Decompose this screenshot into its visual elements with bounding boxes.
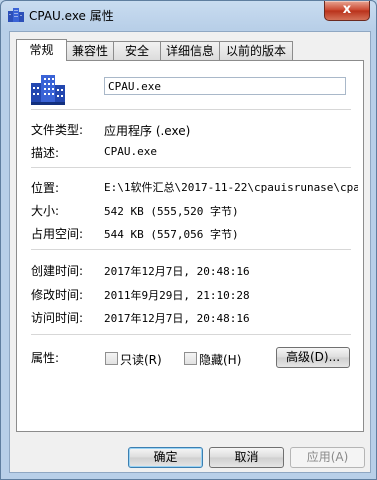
attributes-label: 属性: <box>31 351 60 365</box>
file-type-label: 文件类型: <box>31 123 84 137</box>
size-value: 542 KB (555,520 字节) <box>104 205 239 218</box>
tab-compatibility[interactable]: 兼容性 <box>66 41 114 60</box>
tab-strip: 常规 兼容性 安全 详细信息 以前的版本 <box>10 39 370 61</box>
size-on-disk-value: 544 KB (557,056 字节) <box>104 228 239 241</box>
size-label: 大小: <box>31 204 60 218</box>
created-label: 创建时间: <box>31 264 84 278</box>
apply-button[interactable]: 应用(A) <box>290 447 365 468</box>
modified-value: 2011年9月29日, 21:10:28 <box>104 289 250 302</box>
close-button[interactable]: x <box>324 1 370 21</box>
separator <box>31 167 351 168</box>
readonly-checkbox-label[interactable]: 只读(R) <box>120 351 162 368</box>
tab-security[interactable]: 安全 <box>113 41 161 60</box>
title-bar[interactable]: CPAU.exe 属性 x <box>1 1 376 29</box>
accessed-label: 访问时间: <box>31 311 84 325</box>
accessed-value: 2017年12月7日, 20:48:16 <box>104 312 250 325</box>
description-label: 描述: <box>31 146 60 160</box>
close-icon: x <box>342 2 352 17</box>
hidden-checkbox[interactable] <box>184 352 197 365</box>
location-label: 位置: <box>31 181 60 195</box>
advanced-button[interactable]: 高级(D)... <box>276 347 350 368</box>
tab-general[interactable]: 常规 <box>16 39 67 61</box>
size-on-disk-label: 占用空间: <box>31 227 84 241</box>
properties-window: CPAU.exe 属性 x 常规 兼容性 安全 详细信息 以前的版本 CPAU.… <box>0 0 377 480</box>
modified-label: 修改时间: <box>31 288 84 302</box>
hidden-checkbox-label[interactable]: 隐藏(H) <box>199 351 241 368</box>
filename-field[interactable]: CPAU.exe <box>104 77 346 95</box>
cancel-button[interactable]: 取消 <box>209 447 284 468</box>
description-value: CPAU.exe <box>104 145 157 158</box>
general-tab-panel: CPAU.exe 文件类型: 应用程序 (.exe) 描述: CPAU.exe … <box>16 60 364 432</box>
separator <box>31 334 351 335</box>
separator <box>31 109 351 110</box>
tab-previous-versions[interactable]: 以前的版本 <box>219 41 293 60</box>
application-building-icon <box>31 75 65 105</box>
ok-button[interactable]: 确定 <box>128 447 203 468</box>
dialog-client-area: 常规 兼容性 安全 详细信息 以前的版本 CPAU.exe 文件类型: 应用程序… <box>9 31 371 473</box>
location-value-clip: E:\1软件汇总\2017-11-22\cpauisrunase\cpau <box>104 179 358 195</box>
created-value: 2017年12月7日, 20:48:16 <box>104 265 250 278</box>
file-type-value: 应用程序 (.exe) <box>104 124 191 138</box>
tab-details[interactable]: 详细信息 <box>160 41 220 60</box>
location-value[interactable]: E:\1软件汇总\2017-11-22\cpauisrunase\cpau <box>104 181 358 194</box>
window-title: CPAU.exe 属性 <box>29 9 114 23</box>
application-building-icon <box>8 8 24 22</box>
readonly-checkbox[interactable] <box>105 352 118 365</box>
separator <box>31 249 351 250</box>
